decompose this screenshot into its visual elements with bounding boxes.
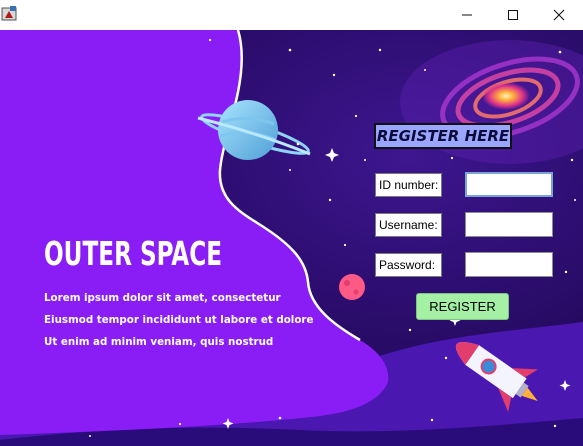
- java-cup-icon: [1, 4, 19, 22]
- app-window: OUTER SPACE Lorem ipsum dolor sit amet, …: [0, 0, 583, 446]
- id-number-label: ID number:: [375, 173, 442, 197]
- minimize-icon: [462, 14, 472, 16]
- username-label: Username:: [375, 213, 442, 237]
- id-number-field[interactable]: [465, 172, 553, 197]
- register-button[interactable]: REGISTER: [416, 293, 509, 320]
- password-label: Password:: [375, 253, 442, 277]
- register-header: REGISTER HERE: [374, 123, 512, 149]
- space-panel: OUTER SPACE Lorem ipsum dolor sit amet, …: [0, 30, 583, 446]
- minimize-button[interactable]: [444, 0, 490, 30]
- close-icon: [553, 9, 565, 21]
- maximize-icon: [508, 10, 518, 20]
- description-line: Lorem ipsum dolor sit amet, consectetur: [44, 292, 281, 304]
- username-field[interactable]: [465, 212, 553, 237]
- description-line: Ut enim ad minim veniam, quis nostrud: [44, 336, 274, 348]
- description-line: Eiusmod tempor incididunt ut labore et d…: [44, 314, 314, 326]
- register-header-label: REGISTER HERE: [376, 127, 510, 145]
- page-title: OUTER SPACE: [44, 234, 223, 273]
- close-button[interactable]: [536, 0, 582, 30]
- small-planet-icon: [339, 274, 365, 300]
- password-field[interactable]: [465, 252, 553, 277]
- title-bar: [0, 0, 583, 31]
- maximize-button[interactable]: [490, 0, 536, 30]
